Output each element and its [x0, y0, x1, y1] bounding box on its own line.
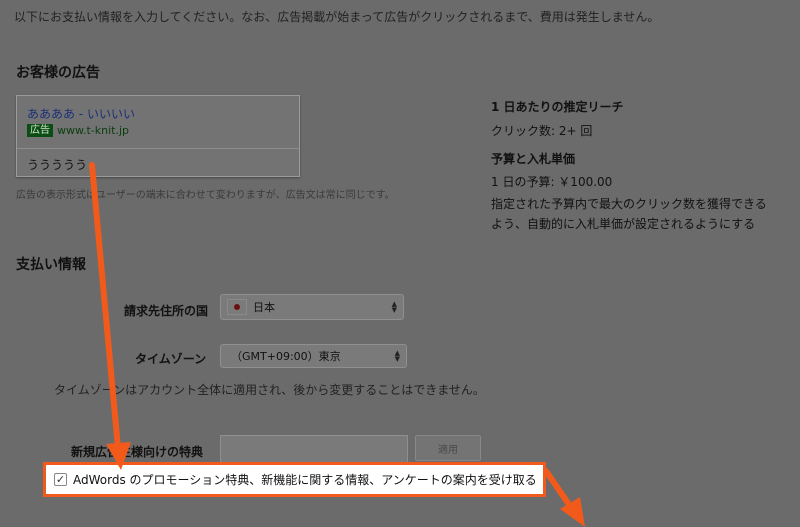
arrow-to-checkbox [89, 162, 131, 470]
arrow-down-right [543, 468, 585, 527]
annotation-arrows [89, 162, 585, 527]
